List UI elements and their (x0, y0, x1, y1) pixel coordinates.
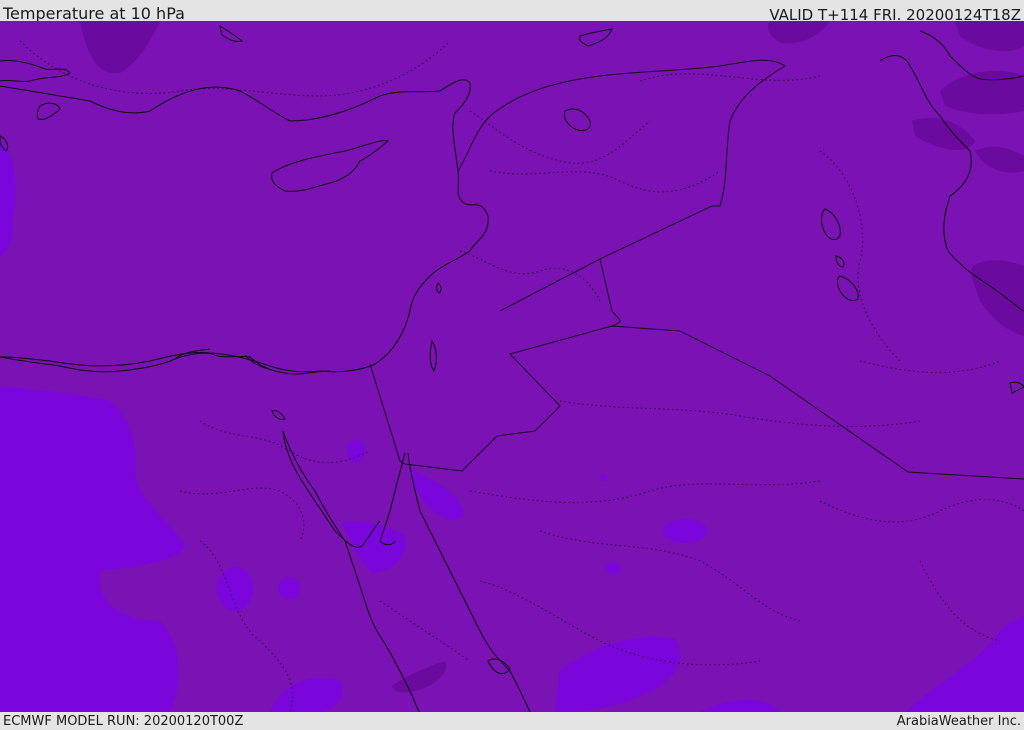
credit-label: ArabiaWeather Inc. (896, 714, 1021, 729)
footer-bar: ECMWF MODEL RUN: 20200120T00Z ArabiaWeat… (0, 712, 1024, 729)
map-svg (0, 21, 1024, 712)
model-run-label: ECMWF MODEL RUN: 20200120T00Z (3, 714, 244, 729)
temperature-field-base (0, 21, 1024, 712)
map-canvas[interactable] (0, 21, 1024, 712)
header-bar: Temperature at 10 hPa VALID T+114 FRI. 2… (0, 0, 1024, 24)
